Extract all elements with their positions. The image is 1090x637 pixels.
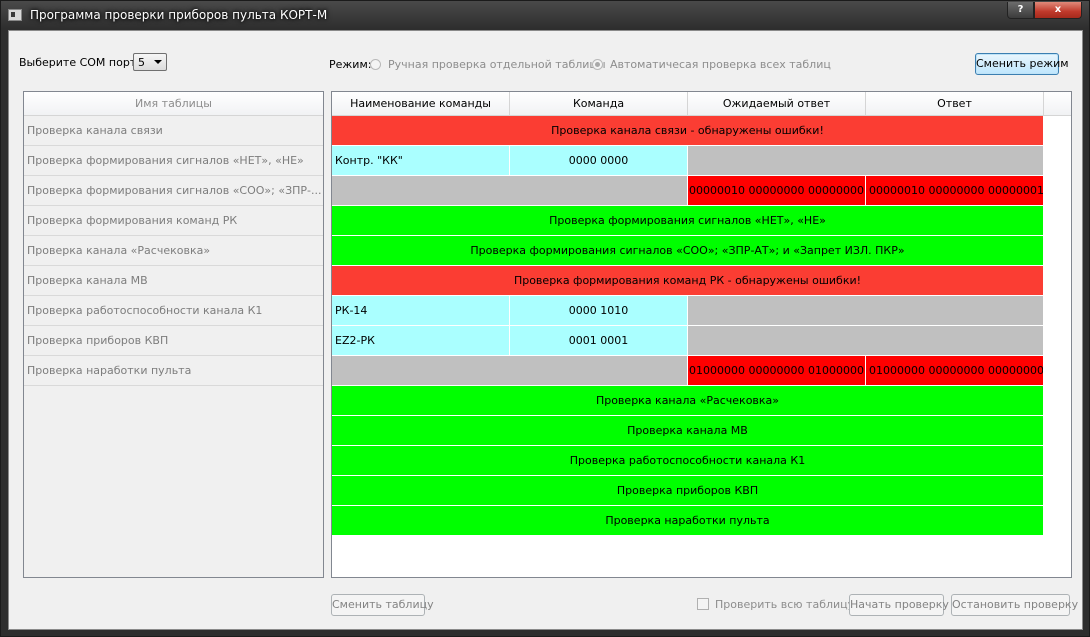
results-grid: Наименование команды Команда Ожидаемый о… (331, 91, 1072, 578)
table-list-item[interactable]: Проверка канала МВ (24, 266, 323, 296)
mode-label: Режим: (329, 58, 372, 71)
empty-response-cell[interactable] (688, 326, 1044, 356)
column-header-answer[interactable]: Ответ (866, 92, 1044, 116)
app-icon (8, 9, 22, 21)
expected-response-cell[interactable]: 01000000 00000000 01000000 (688, 356, 866, 386)
auto-mode-radio[interactable] (592, 59, 603, 70)
section-row-error[interactable]: Проверка канала связи - обнаружены ошибк… (332, 116, 1044, 146)
column-header-command[interactable]: Команда (510, 92, 688, 116)
command-code-cell[interactable]: 0001 0001 (510, 326, 688, 356)
check-all-label: Проверить всю таблицу (715, 598, 855, 611)
table-list-item[interactable]: Проверка канала связи (24, 116, 323, 146)
column-header-name[interactable]: Наименование команды (332, 92, 510, 116)
command-code-cell[interactable]: 0000 1010 (510, 296, 688, 326)
app-window: Программа проверки приборов пульта КОРТ-… (0, 0, 1090, 637)
auto-mode-label: Автоматичесая проверка всех таблиц (610, 58, 831, 71)
check-all-checkbox[interactable] (697, 598, 709, 610)
close-button[interactable]: x (1034, 2, 1082, 19)
title-bar[interactable]: Программа проверки приборов пульта КОРТ-… (1, 1, 1089, 29)
command-name-cell[interactable]: Контр. "КК" (332, 146, 510, 176)
window-title: Программа проверки приборов пульта КОРТ-… (30, 8, 328, 22)
expected-response-cell[interactable]: 00000010 00000000 00000000 (688, 176, 866, 206)
help-button[interactable]: ? (1007, 2, 1034, 19)
column-header-filler (1044, 92, 1071, 116)
stop-check-button[interactable]: Остановить проверку (951, 594, 1078, 616)
table-list-item[interactable]: Проверка формирования сигналов «СОО»; «З… (24, 176, 323, 206)
section-row-ok[interactable]: Проверка приборов КВП (332, 476, 1044, 506)
tables-list: Имя таблицы Проверка канала связи Проверк… (23, 91, 324, 578)
section-row-ok[interactable]: Проверка канала «Расчековка» (332, 386, 1044, 416)
table-list-item[interactable]: Проверка формирования команд РК (24, 206, 323, 236)
section-row-ok[interactable]: Проверка формирования сигналов «СОО»; «З… (332, 236, 1044, 266)
empty-command-cell[interactable] (332, 176, 688, 206)
actual-response-cell[interactable]: 01000000 00000000 00000000 (866, 356, 1044, 386)
section-row-ok[interactable]: Проверка наработки пульта (332, 506, 1044, 536)
empty-response-cell[interactable] (688, 296, 1044, 326)
section-row-ok[interactable]: Проверка канала МВ (332, 416, 1044, 446)
main-panel: Выберите COM порт: 5 Режим: Ручная прове… (8, 30, 1083, 630)
chevron-down-icon (154, 60, 162, 64)
command-code-cell[interactable]: 0000 0000 (510, 146, 688, 176)
manual-mode-label: Ручная проверка отдельной таблицы (388, 58, 606, 71)
start-check-button[interactable]: Начать проверку (849, 594, 949, 616)
empty-command-cell[interactable] (332, 356, 688, 386)
command-name-cell[interactable]: РК-14 (332, 296, 510, 326)
column-header-expected[interactable]: Ожидаемый ответ (688, 92, 866, 116)
change-table-button[interactable]: Сменить таблицу (331, 594, 434, 616)
section-row-ok[interactable]: Проверка формирования сигналов «НЕТ», «Н… (332, 206, 1044, 236)
actual-response-cell[interactable]: 00000010 00000000 00000001 (866, 176, 1044, 206)
com-port-label: Выберите COM порт: (19, 56, 140, 69)
section-row-ok[interactable]: Проверка работоспособности канала К1 (332, 446, 1044, 476)
com-port-select[interactable]: 5 (133, 53, 167, 71)
section-row-error[interactable]: Проверка формирования команд РК - обнару… (332, 266, 1044, 296)
table-list-item[interactable]: Проверка наработки пульта (24, 356, 323, 386)
manual-mode-radio[interactable] (370, 59, 381, 70)
command-name-cell[interactable]: EZ2-РК (332, 326, 510, 356)
table-list-item[interactable]: Проверка приборов КВП (24, 326, 323, 356)
empty-response-cell[interactable] (688, 146, 1044, 176)
table-list-item[interactable]: Проверка канала «Расчековка» (24, 236, 323, 266)
com-port-value: 5 (138, 56, 145, 69)
table-list-item[interactable]: Проверка работоспособности канала К1 (24, 296, 323, 326)
table-list-item[interactable]: Проверка формирования сигналов «НЕТ», «Н… (24, 146, 323, 176)
change-mode-button[interactable]: Сменить режим (975, 53, 1069, 75)
tables-list-header[interactable]: Имя таблицы (24, 92, 323, 116)
